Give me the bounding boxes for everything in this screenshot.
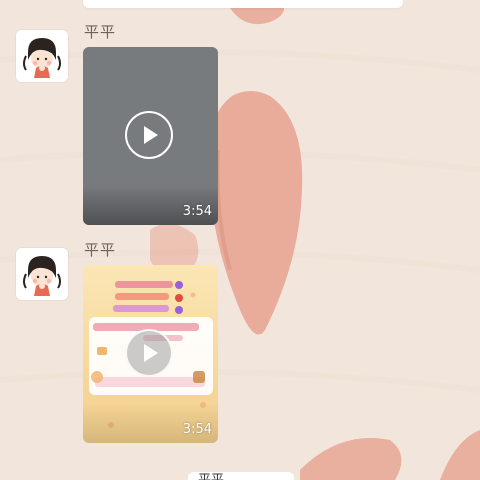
sender-name: 平平	[84, 23, 117, 41]
previous-message-bubble[interactable]	[83, 0, 403, 8]
chat-screen: 平平 3:54 平平 3:54	[0, 0, 480, 480]
video-duration: 3:54	[182, 422, 212, 437]
video-duration: 3:54	[182, 204, 212, 219]
next-message-sender: 平平	[198, 473, 224, 480]
play-icon	[144, 126, 158, 144]
video-message[interactable]: 3:54	[83, 265, 218, 443]
avatar-girl-icon	[16, 248, 68, 300]
play-button[interactable]	[125, 329, 173, 377]
sender-avatar[interactable]	[16, 248, 68, 300]
play-button[interactable]	[125, 111, 173, 159]
play-icon	[144, 344, 158, 362]
chat-wallpaper	[0, 0, 480, 480]
video-message[interactable]: 3:54	[83, 47, 218, 225]
avatar-girl-icon	[16, 30, 68, 82]
sender-avatar[interactable]	[16, 30, 68, 82]
sender-name: 平平	[84, 241, 117, 259]
next-message-bubble[interactable]: 平平	[188, 472, 294, 480]
